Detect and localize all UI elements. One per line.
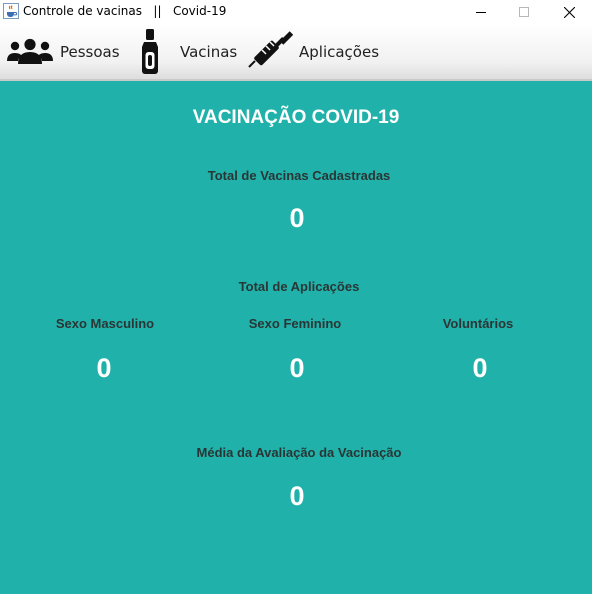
male-value: 0 bbox=[96, 353, 112, 383]
rating-average-label: Média da Avaliação da Vacinação bbox=[196, 445, 402, 460]
male-label: Sexo Masculino bbox=[55, 316, 155, 331]
dashboard-panel: VACINAÇÃO COVID-19 Total de Vacinas Cada… bbox=[0, 81, 592, 594]
menu-aplicacoes[interactable]: Aplicações bbox=[247, 24, 379, 79]
syringe-icon bbox=[248, 30, 293, 68]
minimize-button[interactable] bbox=[458, 0, 504, 24]
applications-total-label: Total de Aplicações bbox=[238, 279, 360, 294]
female-label: Sexo Feminino bbox=[248, 316, 342, 331]
close-button[interactable] bbox=[546, 0, 592, 24]
minimize-icon bbox=[476, 12, 486, 13]
vaccines-total-value: 0 bbox=[289, 203, 305, 233]
menu-vacinas-label: Vacinas bbox=[180, 42, 238, 61]
menu-pessoas-label: Pessoas bbox=[60, 42, 120, 61]
volunteers-label: Voluntários bbox=[442, 316, 514, 331]
close-icon bbox=[563, 6, 575, 18]
menu-aplicacoes-label: Aplicações bbox=[299, 42, 380, 61]
menu-vacinas[interactable]: Vacinas bbox=[138, 24, 237, 79]
app-window: Controle de vacinas || Covid-19 Pessoas … bbox=[0, 0, 592, 594]
rating-average-value: 0 bbox=[289, 481, 305, 511]
menu-pessoas[interactable]: Pessoas bbox=[6, 24, 120, 79]
vaccine-vial-icon bbox=[142, 28, 158, 74]
people-icon bbox=[7, 38, 53, 64]
female-value: 0 bbox=[289, 353, 305, 383]
maximize-button[interactable] bbox=[501, 0, 547, 24]
dashboard-title: VACINAÇÃO COVID-19 bbox=[192, 107, 400, 128]
title-bar[interactable]: Controle de vacinas || Covid-19 bbox=[0, 0, 592, 24]
window-title: Controle de vacinas || Covid-19 bbox=[23, 4, 227, 18]
volunteers-value: 0 bbox=[472, 353, 488, 383]
maximize-icon bbox=[519, 7, 529, 17]
java-cup-icon bbox=[3, 3, 19, 19]
vaccines-total-label: Total de Vacinas Cadastradas bbox=[207, 168, 391, 183]
